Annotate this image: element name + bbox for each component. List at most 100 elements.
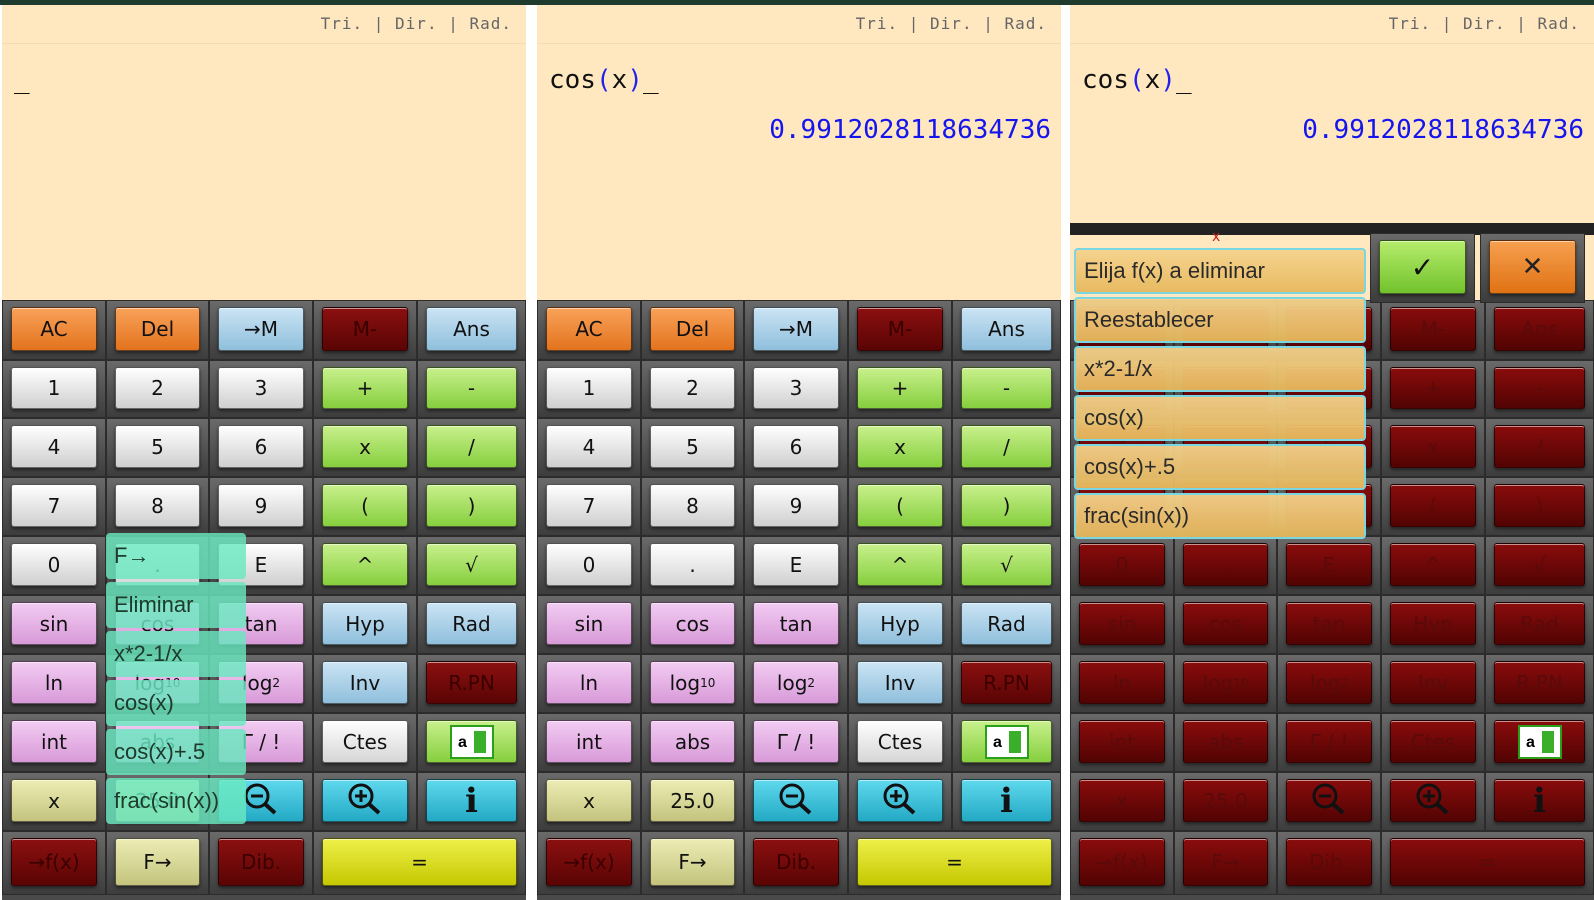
- memory-store-button[interactable]: →M: [218, 307, 304, 351]
- open-paren-button[interactable]: (: [1390, 484, 1476, 527]
- power-button[interactable]: ^: [857, 543, 943, 586]
- delete-button[interactable]: Del: [115, 307, 200, 351]
- digit-9-button[interactable]: 9: [753, 484, 839, 527]
- decimal-button[interactable]: .: [1183, 543, 1268, 586]
- digit-9-button[interactable]: 9: [218, 484, 304, 527]
- log10-button[interactable]: log10: [1183, 661, 1268, 704]
- tan-button[interactable]: tan: [1286, 602, 1372, 645]
- memory-minus-button[interactable]: M-: [322, 307, 408, 351]
- open-paren-button[interactable]: (: [857, 484, 943, 527]
- info-button[interactable]: i: [961, 779, 1052, 822]
- memory-store-button[interactable]: →M: [753, 307, 839, 351]
- divide-button[interactable]: /: [961, 425, 1052, 468]
- int-button[interactable]: int: [1079, 720, 1165, 763]
- gamma-factorial-button[interactable]: Γ / !: [1286, 720, 1372, 763]
- decimal-button[interactable]: .: [650, 543, 735, 586]
- digit-7-button[interactable]: 7: [11, 484, 97, 527]
- plus-button[interactable]: +: [1390, 367, 1476, 409]
- delete-button[interactable]: Del: [650, 307, 735, 351]
- menu-item[interactable]: cos(x): [1074, 395, 1366, 441]
- memory-minus-button[interactable]: M-: [1390, 307, 1476, 351]
- menu-item[interactable]: frac(sin(x)): [106, 778, 246, 824]
- digit-4-button[interactable]: 4: [546, 425, 632, 468]
- close-paren-button[interactable]: ): [426, 484, 517, 527]
- multiply-button[interactable]: x: [1079, 779, 1165, 822]
- menu-item[interactable]: F→: [106, 533, 246, 579]
- expression-input[interactable]: cos(x)_: [1082, 65, 1192, 95]
- hyp-button[interactable]: Hyp: [1390, 602, 1476, 645]
- expression-input[interactable]: _: [14, 65, 30, 95]
- menu-item[interactable]: x*2-1/x: [106, 631, 246, 677]
- chart-button[interactable]: a: [961, 720, 1052, 763]
- inv-button[interactable]: Inv: [1390, 661, 1476, 704]
- plus-button[interactable]: +: [857, 367, 943, 409]
- rpn-button[interactable]: R.PN: [1494, 661, 1585, 704]
- abs-button[interactable]: abs: [1183, 720, 1268, 763]
- rpn-button[interactable]: R.PN: [426, 661, 517, 704]
- digit-6-button[interactable]: 6: [218, 425, 304, 468]
- digit-4-button[interactable]: 4: [11, 425, 97, 468]
- value-button[interactable]: 25.0: [650, 779, 735, 822]
- answer-button[interactable]: Ans: [1494, 307, 1585, 351]
- digit-6-button[interactable]: 6: [753, 425, 839, 468]
- inv-button[interactable]: Inv: [322, 661, 408, 704]
- ok-button[interactable]: ✓: [1379, 240, 1466, 294]
- function-recall-button[interactable]: F→: [1183, 838, 1268, 886]
- digit-2-button[interactable]: 2: [650, 367, 735, 409]
- digit-8-button[interactable]: 8: [115, 484, 200, 527]
- minus-button[interactable]: -: [961, 367, 1052, 409]
- digit-3-button[interactable]: 3: [218, 367, 304, 409]
- int-button[interactable]: int: [11, 720, 97, 763]
- menu-item[interactable]: Eliminar: [106, 582, 246, 628]
- store-function-button[interactable]: →f(x): [1079, 838, 1165, 886]
- digit-8-button[interactable]: 8: [650, 484, 735, 527]
- chart-button[interactable]: a: [426, 720, 517, 763]
- sin-button[interactable]: sin: [546, 602, 632, 645]
- digit-1-button[interactable]: 1: [546, 367, 632, 409]
- cancel-button[interactable]: ✕: [1489, 240, 1576, 294]
- sqrt-button[interactable]: √: [1494, 543, 1585, 586]
- sqrt-button[interactable]: √: [961, 543, 1052, 586]
- zoom-in-button[interactable]: [1390, 779, 1476, 822]
- sin-button[interactable]: sin: [1079, 602, 1165, 645]
- menu-item[interactable]: cos(x): [106, 680, 246, 726]
- gamma-factorial-button[interactable]: Γ / !: [753, 720, 839, 763]
- answer-button[interactable]: Ans: [426, 307, 517, 351]
- draw-button[interactable]: Dib.: [753, 838, 839, 886]
- digit-5-button[interactable]: 5: [650, 425, 735, 468]
- int-button[interactable]: int: [546, 720, 632, 763]
- menu-item[interactable]: frac(sin(x)): [1074, 493, 1366, 539]
- sqrt-button[interactable]: √: [426, 543, 517, 586]
- store-function-button[interactable]: →f(x): [546, 838, 632, 886]
- clear-all-button[interactable]: AC: [546, 307, 632, 351]
- constants-button[interactable]: Ctes: [1390, 720, 1476, 763]
- equals-button[interactable]: =: [1390, 838, 1585, 886]
- menu-item[interactable]: cos(x)+.5: [1074, 444, 1366, 490]
- cos-button[interactable]: cos: [1183, 602, 1268, 645]
- log2-button[interactable]: log 2: [1286, 661, 1372, 704]
- digit-0-button[interactable]: 0: [11, 543, 97, 586]
- close-paren-button[interactable]: ): [961, 484, 1052, 527]
- ln-button[interactable]: ln: [11, 661, 97, 704]
- log10-button[interactable]: log10: [650, 661, 735, 704]
- rpn-button[interactable]: R.PN: [961, 661, 1052, 704]
- memory-minus-button[interactable]: M-: [857, 307, 943, 351]
- ln-button[interactable]: ln: [546, 661, 632, 704]
- value-button[interactable]: 25.0: [1183, 779, 1268, 822]
- menu-item[interactable]: x*2-1/x: [1074, 346, 1366, 392]
- digit-3-button[interactable]: 3: [753, 367, 839, 409]
- digit-2-button[interactable]: 2: [115, 367, 200, 409]
- store-function-button[interactable]: →f(x): [11, 838, 97, 886]
- sin-button[interactable]: sin: [11, 602, 97, 645]
- function-recall-button[interactable]: F→: [650, 838, 735, 886]
- multiply-button[interactable]: x: [1390, 425, 1476, 468]
- zoom-in-button[interactable]: [322, 779, 408, 822]
- rad-button[interactable]: Rad: [961, 602, 1052, 645]
- digit-0-button[interactable]: 0: [1079, 543, 1165, 586]
- tan-button[interactable]: tan: [753, 602, 839, 645]
- constants-button[interactable]: Ctes: [322, 720, 408, 763]
- divide-button[interactable]: /: [426, 425, 517, 468]
- equals-button[interactable]: =: [857, 838, 1052, 886]
- expression-input[interactable]: cos(x)_: [549, 65, 659, 95]
- chart-button[interactable]: a: [1494, 720, 1585, 763]
